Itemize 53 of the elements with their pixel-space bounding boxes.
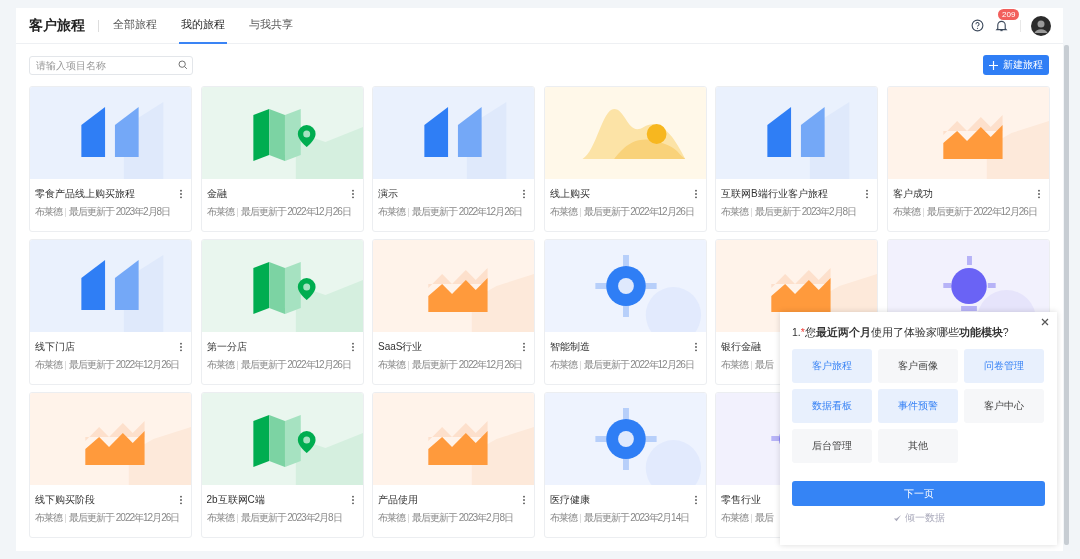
card-author: 布莱德 bbox=[721, 358, 748, 372]
card-updated: 最后更新于 2022年12月26日 bbox=[926, 205, 1037, 219]
card-updated: 最后更新于 2022年12月26日 bbox=[583, 205, 694, 219]
card-updated: 最后更新于 2023年2月8日 bbox=[69, 205, 171, 219]
card-title: 银行金融 bbox=[721, 340, 761, 354]
card-author: 布莱德 bbox=[549, 205, 577, 219]
card-author: 布莱德 bbox=[721, 511, 748, 525]
card-author: 布莱德 bbox=[378, 205, 405, 219]
card-updated: 最后更新于 2022年12月26日 bbox=[412, 205, 523, 219]
card-updated: 最后更新于 2023年2月8日 bbox=[240, 511, 342, 525]
card-author: 布莱德 bbox=[721, 205, 748, 219]
card-updated: 最后更新于 2022年12月26日 bbox=[412, 358, 523, 372]
card-updated: 最后更新于 2022年12月26日 bbox=[240, 205, 351, 219]
card-author: 布莱德 bbox=[206, 358, 234, 372]
card-title: 零食产品线上购买旅程 bbox=[35, 187, 135, 201]
card-title: 零售行业 bbox=[721, 493, 761, 507]
card-author: 布莱德 bbox=[378, 511, 405, 525]
card-title: 金融 bbox=[206, 187, 227, 201]
card-title: 演示 bbox=[378, 187, 398, 201]
card-author: 布莱德 bbox=[35, 511, 62, 525]
question-number: 1. bbox=[792, 326, 801, 340]
card-title: 线上购买 bbox=[549, 187, 590, 201]
card-title: 第一分店 bbox=[206, 340, 247, 354]
card-title: 互联网B端行业客户旅程 bbox=[721, 187, 828, 201]
card-author: 布莱德 bbox=[35, 358, 62, 372]
card-title: 智能制造 bbox=[549, 340, 590, 354]
card-updated: 最后更新于 2023年2月8日 bbox=[412, 511, 514, 525]
card-updated: 最后更新于 2022年12月26日 bbox=[69, 511, 180, 525]
card-title: 线下门店 bbox=[35, 340, 75, 354]
question-text: 您最近两个月使用了体验家哪些功能模块? bbox=[804, 326, 1009, 340]
page-title: 客户旅程 bbox=[29, 16, 85, 35]
card-title: 客户成功 bbox=[892, 187, 933, 201]
card-author: 布莱德 bbox=[378, 358, 405, 372]
card-author: 布莱德 bbox=[35, 205, 62, 219]
card-updated: 最后更新于 2022年12月26日 bbox=[583, 358, 694, 372]
required-mark: * bbox=[800, 326, 805, 340]
card-author: 布莱德 bbox=[206, 511, 234, 525]
card-updated: 最后 bbox=[755, 511, 773, 525]
card-author: 布莱德 bbox=[549, 511, 577, 525]
card-title: 线下购买阶段 bbox=[35, 493, 95, 507]
card-title: 2b互联网C端 bbox=[206, 493, 265, 507]
notification-badge: 209 bbox=[998, 9, 1020, 20]
card-title: 产品使用 bbox=[378, 493, 418, 507]
card-author: 布莱德 bbox=[549, 358, 577, 372]
card-updated: 最后更新于 2022年12月26日 bbox=[240, 358, 351, 372]
card-updated: 最后更新于 2023年2月8日 bbox=[755, 205, 857, 219]
card-updated: 最后更新于 2023年2月14日 bbox=[583, 511, 690, 525]
card-updated: 最后 bbox=[755, 358, 773, 372]
card-updated: 最后更新于 2022年12月26日 bbox=[69, 358, 180, 372]
card-author: 布莱德 bbox=[892, 205, 920, 219]
card-author: 布莱德 bbox=[206, 205, 234, 219]
card-title: SaaS行业 bbox=[378, 340, 423, 354]
card-title: 医疗健康 bbox=[549, 493, 590, 507]
